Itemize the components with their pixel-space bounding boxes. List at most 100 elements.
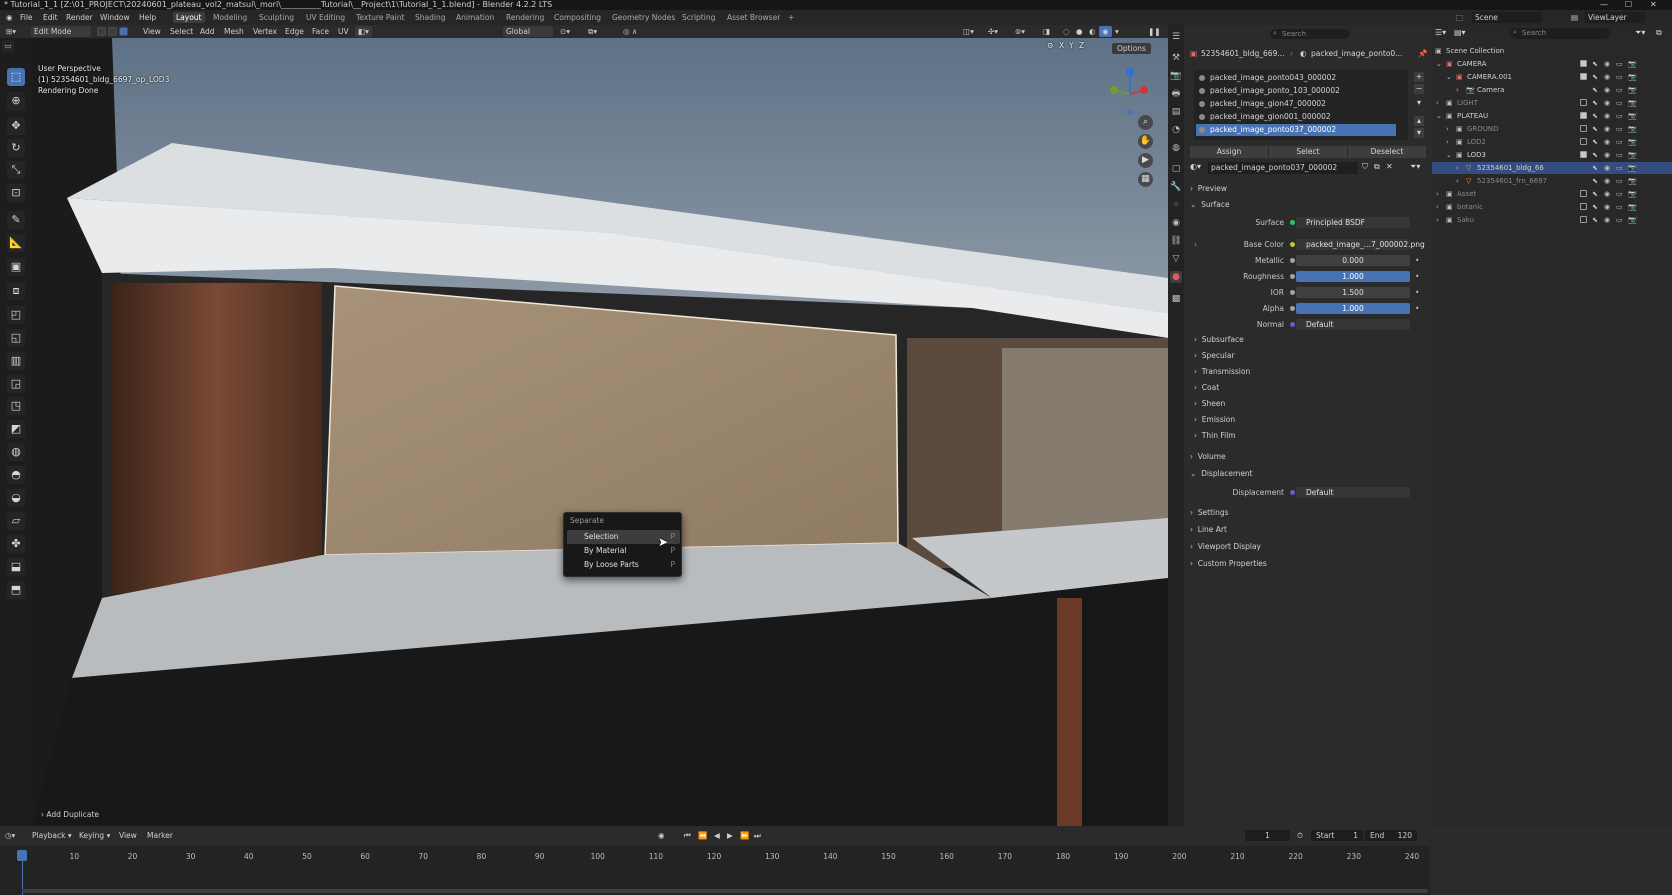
tab-rendering[interactable]: Rendering bbox=[503, 12, 547, 23]
duplicate-material-icon[interactable]: ⧉ bbox=[1374, 162, 1380, 172]
data-tab-icon[interactable]: ▽ bbox=[1170, 253, 1182, 265]
sheen-panel[interactable]: › Sheen bbox=[1194, 399, 1225, 408]
close-icon[interactable]: ✕ bbox=[1650, 0, 1657, 10]
expand-chevron-icon[interactable]: › bbox=[1436, 97, 1439, 109]
shading-wireframe-icon[interactable]: ◌ bbox=[1060, 26, 1073, 37]
outliner-row[interactable]: › ▣ Saku ⬉ ◉ ▭ 📷 bbox=[1432, 214, 1672, 226]
move-slot-up-icon[interactable]: ▴ bbox=[1414, 116, 1424, 126]
coat-panel[interactable]: › Coat bbox=[1194, 383, 1219, 392]
jump-start-icon[interactable]: ⏮ bbox=[684, 830, 691, 841]
viewport-icon[interactable]: ▭ bbox=[1616, 201, 1623, 213]
current-frame-field[interactable]: 1 bbox=[1245, 830, 1290, 841]
expand-chevron-icon[interactable]: › bbox=[1436, 188, 1439, 200]
gizmo-settings-icon[interactable]: ⚙ bbox=[1047, 41, 1054, 50]
start-frame-field[interactable]: Start 1 bbox=[1311, 830, 1363, 841]
rip-tool-icon[interactable]: ✤ bbox=[7, 535, 25, 553]
separate-by-loose-parts-item[interactable]: By Loose Parts P bbox=[567, 558, 680, 572]
render-icon[interactable]: 📷 bbox=[1628, 123, 1637, 135]
tab-uv-editing[interactable]: UV Editing bbox=[303, 12, 348, 23]
stopwatch-icon[interactable]: ⏱ bbox=[1297, 830, 1303, 841]
eye-icon[interactable]: ◉ bbox=[1604, 188, 1610, 200]
viewport-icon[interactable]: ▭ bbox=[1616, 123, 1623, 135]
exclude-checkbox[interactable] bbox=[1580, 190, 1587, 197]
axis-z-toggle[interactable]: Z bbox=[1079, 41, 1084, 50]
select-tool-icon[interactable]: ⬚ bbox=[7, 68, 25, 86]
filter-icon[interactable]: ⏷▾ bbox=[1410, 162, 1420, 172]
viewport-icon[interactable]: ▭ bbox=[1616, 84, 1623, 96]
exclude-checkbox[interactable] bbox=[1580, 216, 1587, 223]
render-icon[interactable]: 📷 bbox=[1628, 188, 1637, 200]
timeline-menu-playback[interactable]: Playback ▾ bbox=[32, 830, 72, 841]
inset-tool-icon[interactable]: ◰ bbox=[7, 306, 25, 324]
outliner-row[interactable]: › ▽ 52354601_bldg_66 ⬉ ◉ ▭ 📷 bbox=[1432, 162, 1672, 174]
select-toggle-icon[interactable]: ⬉ bbox=[1592, 188, 1598, 200]
measure-tool-icon[interactable]: 📐 bbox=[7, 234, 25, 252]
shading-rendered-icon[interactable]: ◉ bbox=[1099, 26, 1112, 37]
cube-tool-icon[interactable]: ⬒ bbox=[7, 581, 25, 599]
render-icon[interactable]: 📷 bbox=[1628, 214, 1637, 226]
ortho-toggle-icon[interactable]: ▦ bbox=[1138, 172, 1153, 187]
operator-panel[interactable]: › Add Duplicate bbox=[41, 810, 99, 819]
constraints-tab-icon[interactable]: ⛓ bbox=[1170, 235, 1182, 247]
tab-layout[interactable]: Layout bbox=[173, 12, 205, 23]
annotate-tool-icon[interactable]: ✎ bbox=[7, 211, 25, 229]
eye-icon[interactable]: ◉ bbox=[1604, 201, 1610, 213]
scene-selector[interactable]: Scene bbox=[1472, 12, 1542, 23]
properties-search-input[interactable]: Search bbox=[1270, 29, 1350, 39]
eye-icon[interactable]: ◉ bbox=[1604, 84, 1610, 96]
transform-tool-icon[interactable]: ⊡ bbox=[7, 184, 25, 202]
keyframe-icon[interactable]: • bbox=[1415, 287, 1419, 299]
viewlayer-icon[interactable]: ▤ bbox=[1568, 12, 1581, 23]
view-layer-tab-icon[interactable]: ▤ bbox=[1170, 106, 1182, 118]
shrink-fatten-tool-icon[interactable]: ◒ bbox=[7, 489, 25, 507]
filter-icon[interactable]: ⏷▾ bbox=[1635, 28, 1645, 38]
tab-shading[interactable]: Shading bbox=[412, 12, 448, 23]
snap-icon[interactable]: ⧉▾ bbox=[585, 26, 600, 37]
spin-tool-icon[interactable]: ◩ bbox=[7, 420, 25, 438]
eye-icon[interactable]: ◉ bbox=[1604, 162, 1610, 174]
viewport-icon[interactable]: ▭ bbox=[1616, 136, 1623, 148]
surface-section[interactable]: ⌄ Surface bbox=[1190, 200, 1230, 209]
expand-chevron-icon[interactable]: › bbox=[1456, 84, 1459, 96]
alpha-field[interactable]: 1.000 bbox=[1296, 303, 1410, 314]
outliner-row[interactable]: ⌄ ▣ CAMERA ⬉ ◉ ▭ 📷 bbox=[1432, 58, 1672, 70]
render-icon[interactable]: 📷 bbox=[1628, 58, 1637, 70]
render-icon[interactable]: 📷 bbox=[1628, 149, 1637, 161]
smooth-tool-icon[interactable]: ◍ bbox=[7, 443, 25, 461]
xray-selection-icon[interactable]: ◧▾ bbox=[355, 26, 372, 37]
vertex-select-icon[interactable] bbox=[97, 27, 106, 36]
expand-chevron-icon[interactable]: › bbox=[1456, 175, 1459, 187]
select-toggle-icon[interactable]: ⬉ bbox=[1592, 123, 1598, 135]
material-slot[interactable]: packed_image_gion47_000002 bbox=[1196, 98, 1396, 110]
scene-tab-icon[interactable]: ◔ bbox=[1170, 124, 1182, 136]
select-toggle-icon[interactable]: ⬉ bbox=[1592, 84, 1598, 96]
gizmo-icon[interactable]: ✣▾ bbox=[985, 26, 1001, 37]
edge-select-icon[interactable] bbox=[108, 27, 117, 36]
outliner-row[interactable]: ⌄ ▣ LOD3 ⬉ ◉ ▭ 📷 bbox=[1432, 149, 1672, 161]
displacement-section[interactable]: ⌄ Displacement bbox=[1190, 469, 1253, 478]
remove-slot-icon[interactable]: − bbox=[1414, 84, 1424, 94]
expand-chevron-icon[interactable]: ⌄ bbox=[1436, 110, 1442, 122]
unlink-material-icon[interactable]: ✕ bbox=[1386, 162, 1393, 171]
render-icon[interactable]: 📷 bbox=[1628, 136, 1637, 148]
overlays-icon[interactable]: ⊚▾ bbox=[1012, 26, 1028, 37]
material-slot[interactable]: packed_image_ponto_103_000002 bbox=[1196, 85, 1396, 97]
exclude-checkbox[interactable] bbox=[1580, 138, 1587, 145]
expand-chevron-icon[interactable]: › bbox=[1456, 162, 1459, 174]
shear-tool-icon[interactable]: ▱ bbox=[7, 512, 25, 530]
eye-icon[interactable]: ◉ bbox=[1604, 71, 1610, 83]
world-tab-icon[interactable]: ◍ bbox=[1170, 142, 1182, 154]
expand-chevron-icon[interactable]: › bbox=[1436, 214, 1439, 226]
select-toggle-icon[interactable]: ⬉ bbox=[1592, 149, 1598, 161]
axis-x-toggle[interactable]: X bbox=[1059, 41, 1064, 50]
material-slot-list[interactable]: packed_image_ponto043_000002 packed_imag… bbox=[1194, 70, 1408, 140]
fake-user-icon[interactable]: ⛉ bbox=[1362, 162, 1368, 172]
outliner-row[interactable]: › ▣ LIGHT ⬉ ◉ ▭ 📷 bbox=[1432, 97, 1672, 109]
display-mode-icon[interactable]: ▤▾ bbox=[1454, 28, 1466, 37]
viewport-icon[interactable]: ▭ bbox=[1616, 110, 1623, 122]
exclude-checkbox[interactable] bbox=[1580, 203, 1587, 210]
select-toggle-icon[interactable]: ⬉ bbox=[1592, 175, 1598, 187]
edge-slide-tool-icon[interactable]: ◓ bbox=[7, 466, 25, 484]
tab-asset-browser[interactable]: Asset Browser bbox=[724, 12, 783, 23]
select-toggle-icon[interactable]: ⬉ bbox=[1592, 110, 1598, 122]
